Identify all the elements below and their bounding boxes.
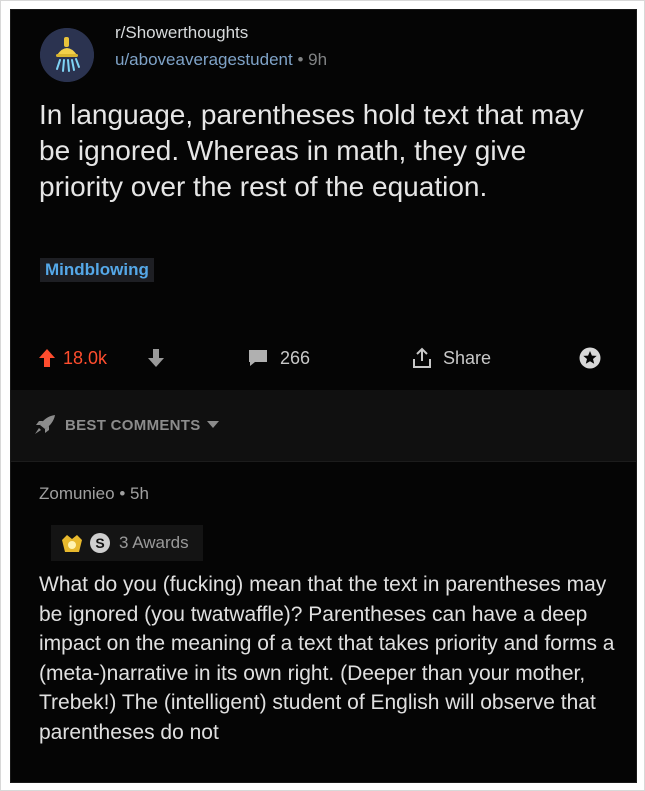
subreddit-name[interactable]: r/Showerthoughts	[115, 23, 248, 43]
gold-award-icon	[62, 535, 82, 552]
subreddit-avatar[interactable]	[40, 28, 94, 82]
comment-sort-bar: BEST COMMENTS	[11, 390, 636, 462]
share-label: Share	[443, 347, 492, 368]
svg-text:S: S	[95, 535, 104, 551]
awards-count: 3 Awards	[119, 533, 189, 552]
comment-meta: Zomunieo • 5h	[39, 484, 149, 504]
rocket-icon	[35, 415, 55, 434]
give-award-button[interactable]	[578, 338, 602, 378]
post-meta: u/aboveaveragestudent • 9h	[115, 50, 327, 70]
share-icon	[413, 347, 431, 368]
sort-dropdown[interactable]: BEST COMMENTS	[33, 414, 219, 436]
meta-separator: •	[297, 50, 304, 69]
award-icon	[579, 347, 601, 369]
comments-button[interactable]: 266	[248, 338, 310, 378]
photo-frame: r/Showerthoughts u/aboveaveragestudent •…	[0, 0, 645, 791]
upvote-arrow-icon	[39, 349, 55, 367]
comment-count: 266	[280, 347, 311, 368]
comment-meta-separator: •	[119, 484, 126, 503]
sort-label: BEST COMMENTS	[65, 416, 201, 434]
comment-author[interactable]: Zomunieo	[39, 484, 115, 503]
shower-head-icon	[40, 28, 94, 82]
upvote-count: 18.0k	[63, 347, 108, 368]
comment-body: What do you (fucking) mean that the text…	[39, 573, 615, 744]
upvote-button[interactable]: 18.0k	[39, 338, 107, 378]
downvote-arrow-icon	[148, 349, 164, 367]
post-author[interactable]: u/aboveaveragestudent	[115, 50, 293, 69]
post-action-bar: 18.0k 266 Share	[11, 338, 636, 378]
silver-award-icon: S	[90, 533, 110, 553]
caret-down-icon	[206, 421, 219, 428]
post-title[interactable]: In language, parentheses hold text that …	[39, 97, 614, 205]
post-flair[interactable]: Mindblowing	[40, 258, 154, 282]
reddit-post-screen: r/Showerthoughts u/aboveaveragestudent •…	[11, 10, 636, 782]
share-button[interactable]: Share	[411, 338, 491, 378]
comment-bubble-icon	[249, 350, 267, 366]
comment-age: 5h	[130, 484, 149, 503]
downvote-button[interactable]	[148, 338, 164, 378]
post-age: 9h	[308, 50, 328, 69]
comment-awards[interactable]: S 3 Awards	[51, 525, 203, 561]
